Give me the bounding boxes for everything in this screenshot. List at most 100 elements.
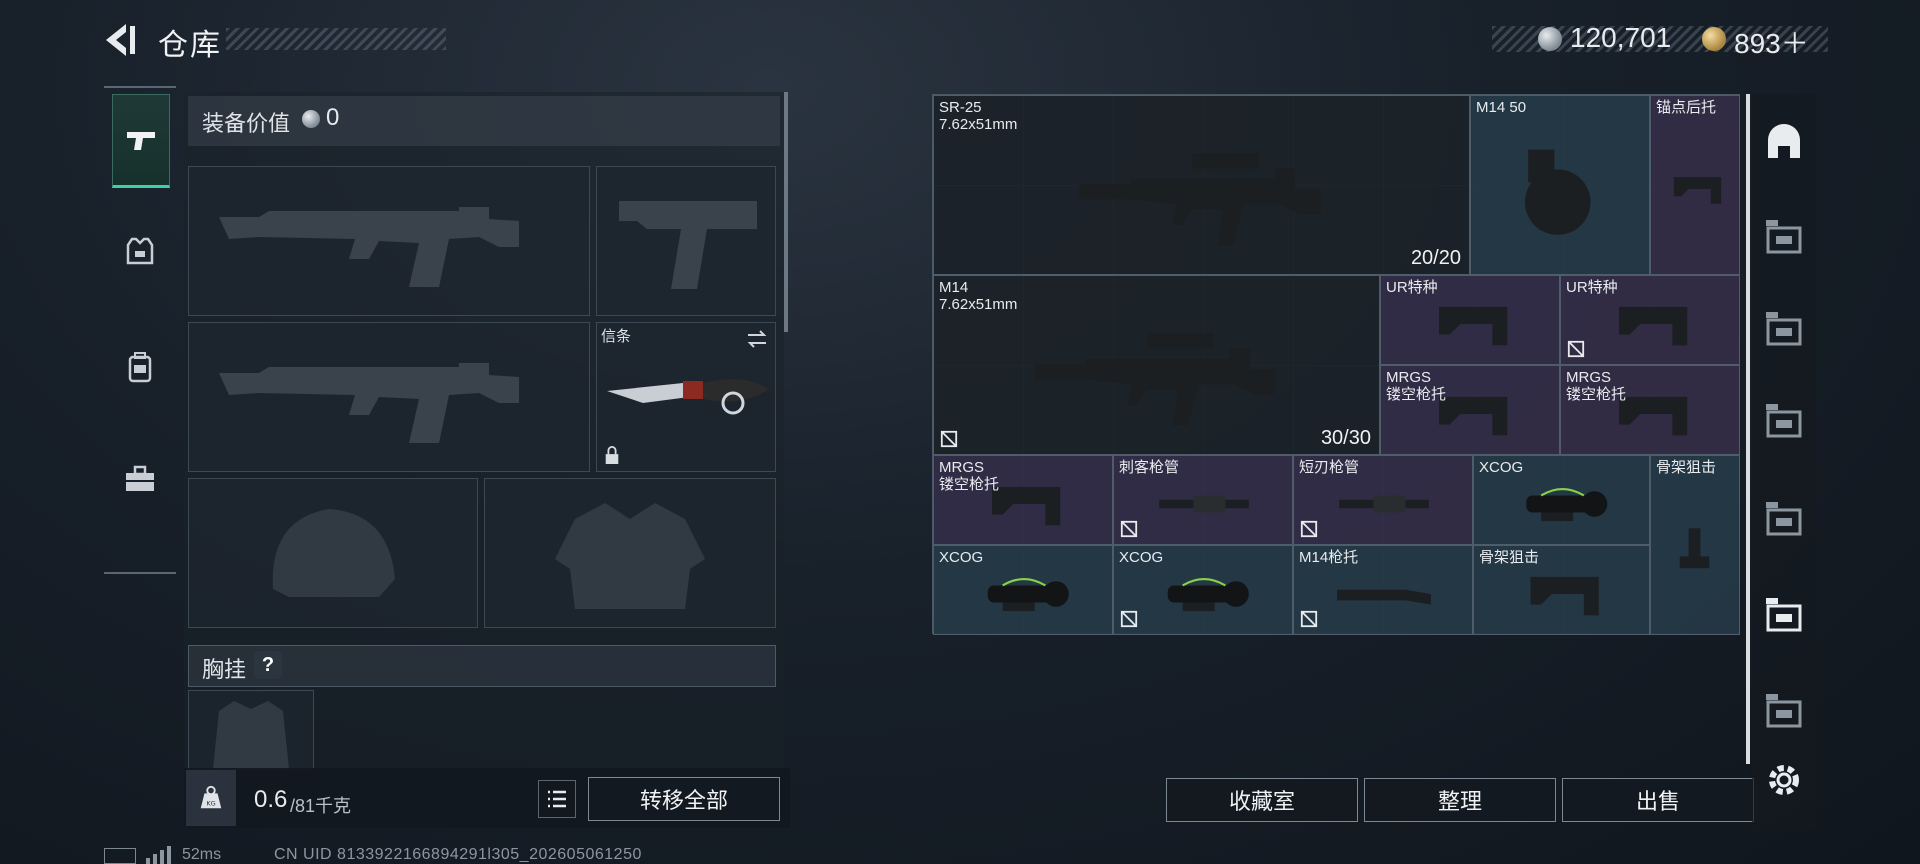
barrel-icon <box>1159 495 1249 513</box>
container-tab-6[interactable] <box>1758 686 1810 738</box>
helmet-icon <box>1768 124 1800 158</box>
rifle-silhouette-icon <box>219 207 519 287</box>
inventory-item[interactable]: 短刃枪管 <box>1293 455 1473 545</box>
list-view-button[interactable] <box>538 780 576 818</box>
melee-label: 信条 <box>601 328 632 345</box>
primary-weapon-slot[interactable] <box>188 166 590 316</box>
silver-coin-icon <box>302 110 320 128</box>
silver-amount: 120,701 <box>1570 22 1672 53</box>
backpack-icon <box>128 352 152 383</box>
toolbox-icon <box>126 465 154 491</box>
pistol-silhouette-icon <box>619 201 757 289</box>
melee-slot[interactable]: 信条 <box>596 322 776 472</box>
chest-rig-help-button[interactable]: ? <box>254 651 282 679</box>
weight-current: 0.6 <box>254 786 288 813</box>
sort-button[interactable]: 整理 <box>1364 778 1556 822</box>
xcog-scope-icon <box>1167 578 1249 612</box>
stock-icon <box>1530 576 1599 616</box>
no-drop-icon <box>1120 610 1138 628</box>
no-drop-icon <box>1120 520 1138 538</box>
list-icon <box>548 790 566 808</box>
inventory-item[interactable]: MRGS 镂空枪托 <box>1380 365 1560 455</box>
vest-icon <box>126 237 154 265</box>
no-drop-icon <box>1300 520 1318 538</box>
inventory-item[interactable]: XCOG <box>933 545 1113 635</box>
swap-arrows-icon[interactable] <box>745 327 769 351</box>
signal-icon <box>146 846 171 864</box>
equipment-value: 0 <box>326 104 340 131</box>
container-tab-2[interactable] <box>1758 304 1810 356</box>
inventory-item[interactable]: UR特种 <box>1560 275 1740 365</box>
title-decoration <box>226 28 446 50</box>
item-name: UR特种 <box>1386 279 1438 296</box>
item-name: MRGS 镂空枪托 <box>1386 369 1447 403</box>
sr25-rifle-icon <box>1079 153 1321 246</box>
tab-backpack[interactable] <box>112 322 168 412</box>
inventory-item[interactable]: XCOG <box>1113 545 1293 635</box>
container-tab-4[interactable] <box>1758 494 1810 546</box>
tab-toolbox[interactable] <box>112 434 168 524</box>
inventory-item[interactable]: M14 7.62x51mm 30/30 <box>933 275 1380 455</box>
collection-room-button[interactable]: 收藏室 <box>1166 778 1358 822</box>
inventory-item[interactable]: XCOG <box>1473 455 1650 545</box>
equipment-value-label: 装备价值 <box>202 111 291 136</box>
inventory-scrollbar[interactable] <box>1746 94 1750 764</box>
sidearm-slot[interactable] <box>596 166 776 316</box>
tier-4-container-icon <box>1766 404 1802 438</box>
svg-text:KG: KG <box>206 799 215 807</box>
chest-rig-silhouette-icon <box>213 701 289 769</box>
tier-3-container-icon <box>1766 312 1802 346</box>
weight-max: /81千克 <box>290 796 352 816</box>
item-name: 锚点后托 <box>1656 99 1717 116</box>
settings-gear-icon[interactable] <box>1762 758 1806 802</box>
xcog-scope-icon <box>1526 488 1608 522</box>
container-tab-0[interactable] <box>1758 116 1810 168</box>
container-tab-3[interactable] <box>1758 396 1810 448</box>
stock-icon <box>1439 306 1508 346</box>
inventory-item[interactable]: 骨架狙击 <box>1650 455 1740 635</box>
inventory-item[interactable]: MRGS 镂空枪托 <box>933 455 1113 545</box>
inventory-item[interactable]: M14 50 <box>1470 95 1650 275</box>
inventory-item[interactable]: 锚点后托 <box>1650 95 1740 275</box>
gold-amount[interactable]: 893＋ <box>1734 22 1809 62</box>
user-uid: CN UID 8133922166894291l305_202605061250 <box>274 846 642 863</box>
gold-coin-icon <box>1702 27 1726 51</box>
item-name: M14枪托 <box>1299 549 1359 566</box>
tab-armor[interactable] <box>112 206 168 296</box>
back-arrow-icon[interactable] <box>98 20 140 60</box>
no-drop-icon <box>940 430 958 448</box>
equipment-category-nav <box>104 86 176 574</box>
item-name: 骨架狙击 <box>1479 549 1540 566</box>
tier-3-weapon-icon <box>1766 598 1802 632</box>
inventory-item[interactable]: M14枪托 <box>1293 545 1473 635</box>
inventory-item[interactable]: MRGS 镂空枪托 <box>1560 365 1740 455</box>
no-drop-icon <box>1567 340 1585 358</box>
secondary-weapon-slot[interactable] <box>188 322 590 472</box>
container-tab-5[interactable] <box>1758 590 1810 642</box>
tab-weapon[interactable] <box>112 94 170 188</box>
m14-rifle-icon <box>1034 333 1276 426</box>
vest-silhouette-icon <box>555 503 705 609</box>
helmet-silhouette-icon <box>272 509 395 597</box>
item-name: M14 50 <box>1476 99 1527 116</box>
armor-slot[interactable] <box>484 478 776 628</box>
rifle-silhouette-icon <box>219 363 519 443</box>
helmet-slot[interactable] <box>188 478 478 628</box>
inventory-item[interactable]: 骨架狙击 <box>1473 545 1650 635</box>
item-name: XCOG <box>939 549 984 566</box>
item-name: MRGS 镂空枪托 <box>1566 369 1627 403</box>
tier-3-container-icon <box>1766 220 1802 254</box>
knife-icon <box>607 379 769 415</box>
inventory-item[interactable]: UR特种 <box>1380 275 1560 365</box>
item-name: 短刃枪管 <box>1299 459 1360 476</box>
container-tab-1[interactable] <box>1758 212 1810 264</box>
sell-button[interactable]: 出售 <box>1562 778 1754 822</box>
chest-rig-label: 胸挂 <box>202 657 247 682</box>
equipment-scrollbar[interactable] <box>784 92 788 332</box>
page-title: 仓库 <box>158 29 222 62</box>
inventory-item[interactable]: SR-25 7.62x51mm 20/20 <box>933 95 1470 275</box>
inventory-item[interactable]: 刺客枪管 <box>1113 455 1293 545</box>
chest-rig-slot[interactable] <box>188 690 314 770</box>
drum-magazine-icon <box>1524 149 1591 235</box>
transfer-all-button[interactable]: 转移全部 <box>588 777 780 821</box>
